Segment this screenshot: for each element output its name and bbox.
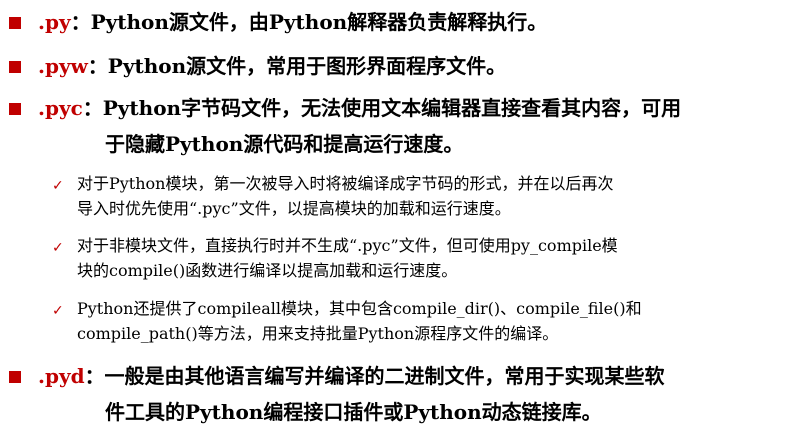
bullet-pyc-continuation: 于隐藏Python源代码和提高运行速度。 <box>105 132 464 156</box>
slide-page: .py：Python源文件，由Python解释器负责解释执行。 .pyw：Pyt… <box>0 0 799 439</box>
bullet-pyw-line: .pyw：Python源文件，常用于图形界面程序文件。 <box>38 52 506 80</box>
bullet-square-icon <box>9 371 21 383</box>
bullet-pyc-text: ：Python字节码文件，无法使用文本编辑器直接查看其内容，可用 <box>82 96 682 120</box>
sub-item-1-line-2: 导入时优先使用“.pyc”文件，以提高模块的加载和运行速度。 <box>77 199 511 218</box>
sub-item-3-line-2: compile_path()等方法，用来支持批量Python源程序文件的编译。 <box>77 324 559 343</box>
sub-item-1-line-1: 对于Python模块，第一次被导入时将被编译成字节码的形式，并在以后再次 <box>77 174 614 193</box>
bullet-square-icon <box>9 103 21 115</box>
check-icon: ✓ <box>52 178 64 194</box>
bullet-pyc-ext: .pyc <box>38 96 83 120</box>
bullet-py-text: ：Python源文件，由Python解释器负责解释执行。 <box>70 10 548 34</box>
bullet-square-icon <box>9 61 21 73</box>
bullet-pyd-text: ：一般是由其他语言编写并编译的二进制文件，常用于实现某些软 <box>84 364 665 388</box>
bullet-py-ext: .py <box>38 10 71 34</box>
bullet-pyw-ext: .pyw <box>38 54 88 78</box>
check-icon: ✓ <box>52 240 64 256</box>
check-icon: ✓ <box>52 303 64 319</box>
bullet-pyc-line: .pyc：Python字节码文件，无法使用文本编辑器直接查看其内容，可用 <box>38 94 681 122</box>
bullet-pyd-continuation: 件工具的Python编程接口插件或Python动态链接库。 <box>105 400 602 424</box>
bullet-pyd-ext: .pyd <box>38 364 85 388</box>
sub-item-2-line-2: 块的compile()函数进行编译以提高加载和运行速度。 <box>77 261 458 280</box>
bullet-py-line: .py：Python源文件，由Python解释器负责解释执行。 <box>38 8 547 36</box>
bullet-pyw-text: ：Python源文件，常用于图形界面程序文件。 <box>87 54 507 78</box>
sub-item-2-line-1: 对于非模块文件，直接执行时并不生成“.pyc”文件，但可使用py_compile… <box>77 236 618 255</box>
bullet-pyd-line: .pyd：一般是由其他语言编写并编译的二进制文件，常用于实现某些软 <box>38 362 665 390</box>
sub-item-3-line-1: Python还提供了compileall模块，其中包含compile_dir()… <box>77 299 642 318</box>
bullet-square-icon <box>9 17 21 29</box>
